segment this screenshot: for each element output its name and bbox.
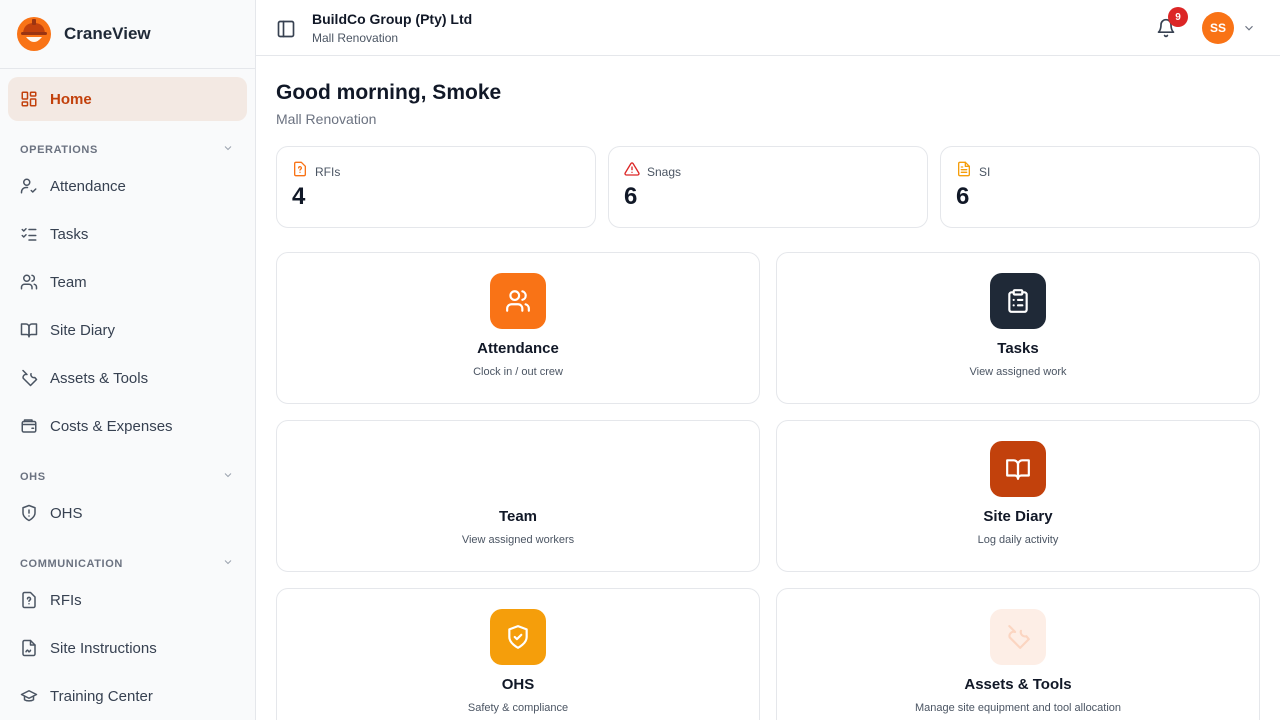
- brand[interactable]: CraneView: [0, 0, 255, 69]
- section-label: COMMUNICATION: [20, 558, 123, 570]
- organization-name[interactable]: BuildCo Group (Pty) Ltd: [312, 11, 472, 27]
- sidebar-item-label: RFIs: [50, 591, 82, 609]
- hardhat-logo-icon: [16, 16, 52, 52]
- book-open-icon: [990, 441, 1046, 497]
- sidebar-item-label: Site Diary: [50, 321, 116, 339]
- chevron-down-icon: [222, 555, 234, 573]
- wrench-icon: [20, 369, 38, 387]
- section-ohs[interactable]: OHS: [12, 467, 236, 487]
- chevron-down-icon: [222, 141, 234, 159]
- card-ohs[interactable]: OHS Safety & compliance: [276, 588, 760, 720]
- sidebar: CraneView Home OPERATIONS Attendance Tas…: [0, 0, 256, 720]
- card-description: Manage site equipment and tool allocatio…: [914, 702, 1122, 714]
- card-description: View assigned workers: [461, 534, 575, 546]
- chevron-down-icon[interactable]: [1242, 21, 1256, 35]
- wallet-icon: [20, 417, 38, 435]
- top-header: BuildCo Group (Pty) Ltd Mall Renovation …: [256, 0, 1280, 56]
- book-open-icon: [20, 321, 38, 339]
- user-check-icon: [20, 177, 38, 195]
- card-title: OHS: [501, 676, 535, 693]
- card-title: Tasks: [997, 340, 1039, 357]
- sidebar-item-label: Tasks: [50, 225, 89, 243]
- card-title: Attendance: [477, 340, 559, 357]
- card-description: Safety & compliance: [467, 702, 569, 714]
- file-signature-icon: [20, 639, 38, 657]
- wrench-icon: [990, 609, 1046, 665]
- card-title: Assets & Tools: [964, 676, 1072, 693]
- sidebar-item-label: Training Center: [50, 687, 153, 705]
- users-icon: [20, 273, 38, 291]
- section-label: OPERATIONS: [20, 144, 98, 156]
- card-title: Team: [498, 508, 538, 525]
- project-name[interactable]: Mall Renovation: [312, 31, 398, 45]
- sidebar-item-ohs[interactable]: OHS: [8, 491, 247, 535]
- sidebar-item-tasks[interactable]: Tasks: [8, 212, 247, 256]
- section-operations[interactable]: OPERATIONS: [12, 140, 236, 160]
- card-description: Log daily activity: [977, 534, 1059, 546]
- stat-label: SI: [979, 164, 991, 179]
- stat-value: 6: [956, 183, 970, 210]
- file-text-icon: [956, 161, 972, 182]
- sidebar-toggle-icon[interactable]: [276, 19, 296, 39]
- users-icon: [490, 273, 546, 329]
- stat-label: RFIs: [315, 164, 341, 179]
- card-description: Clock in / out crew: [473, 366, 563, 378]
- file-question-icon: [20, 591, 38, 609]
- stat-card-rfis[interactable]: RFIs 4: [276, 146, 596, 228]
- stat-value: 4: [292, 183, 306, 210]
- stat-value: 6: [624, 183, 638, 210]
- sidebar-item-assets-tools[interactable]: Assets & Tools: [8, 356, 247, 400]
- sidebar-item-home[interactable]: Home: [8, 77, 247, 121]
- sidebar-item-label: Attendance: [50, 177, 126, 195]
- clipboard-list-icon: [990, 273, 1046, 329]
- sidebar-item-label: OHS: [50, 504, 83, 522]
- card-title: Site Diary: [983, 508, 1053, 525]
- sidebar-item-label: Assets & Tools: [50, 369, 149, 387]
- sidebar-item-costs-expenses[interactable]: Costs & Expenses: [8, 404, 247, 448]
- card-attendance[interactable]: Attendance Clock in / out crew: [276, 252, 760, 404]
- page-title: Good morning, Smoke: [276, 81, 502, 104]
- shield-check-icon: [490, 609, 546, 665]
- sidebar-item-attendance[interactable]: Attendance: [8, 164, 247, 208]
- card-site-diary[interactable]: Site Diary Log daily activity: [776, 420, 1260, 572]
- card-tasks[interactable]: Tasks View assigned work: [776, 252, 1260, 404]
- sidebar-item-label: Costs & Expenses: [50, 417, 173, 435]
- card-team[interactable]: Team View assigned workers: [276, 420, 760, 572]
- chevron-down-icon: [222, 468, 234, 486]
- shield-icon: [20, 504, 38, 522]
- list-checks-icon: [20, 225, 38, 243]
- section-communication[interactable]: COMMUNICATION: [12, 554, 236, 574]
- stat-card-si[interactable]: SI 6: [940, 146, 1260, 228]
- sidebar-item-label: Home: [50, 90, 92, 108]
- card-description: View assigned work: [969, 366, 1067, 378]
- sidebar-item-site-diary[interactable]: Site Diary: [8, 308, 247, 352]
- graduation-cap-icon: [20, 687, 38, 705]
- team-icon: [490, 441, 546, 497]
- notification-badge: 9: [1168, 7, 1188, 27]
- sidebar-item-rfis[interactable]: RFIs: [8, 578, 247, 622]
- card-assets-tools[interactable]: Assets & Tools Manage site equipment and…: [776, 588, 1260, 720]
- stat-label: Snags: [647, 164, 682, 179]
- page-subtitle: Mall Renovation: [276, 111, 377, 127]
- sidebar-item-training-center[interactable]: Training Center: [8, 674, 247, 718]
- alert-triangle-icon: [624, 161, 640, 182]
- section-label: OHS: [20, 471, 46, 483]
- dashboard-icon: [20, 90, 38, 108]
- sidebar-item-site-instructions[interactable]: Site Instructions: [8, 626, 247, 670]
- avatar[interactable]: SS: [1202, 12, 1234, 44]
- sidebar-item-label: Site Instructions: [50, 639, 157, 657]
- sidebar-item-team[interactable]: Team: [8, 260, 247, 304]
- sidebar-item-label: Team: [50, 273, 87, 291]
- file-question-icon: [292, 161, 308, 182]
- stat-card-snags[interactable]: Snags 6: [608, 146, 928, 228]
- brand-name: CraneView: [64, 24, 151, 43]
